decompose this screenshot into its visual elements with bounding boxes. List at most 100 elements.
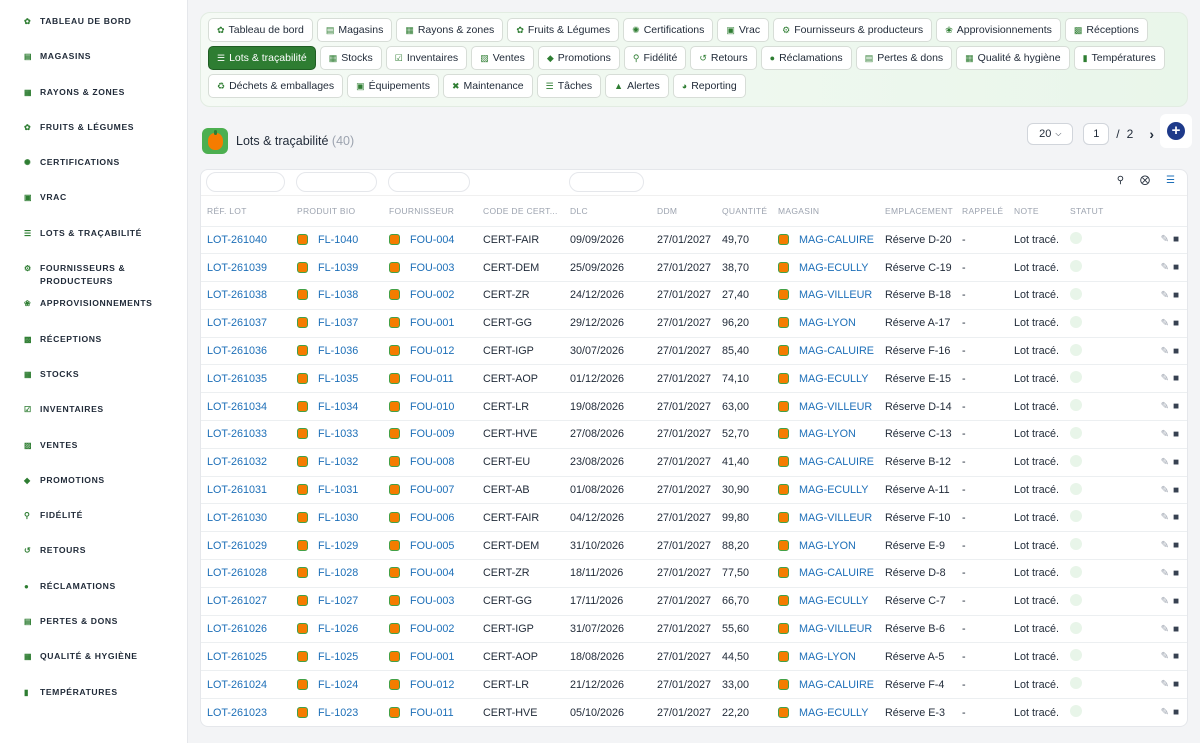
table-cell[interactable]: FOU-002 — [383, 281, 477, 310]
table-row[interactable]: LOT-261025 FL-1025 FOU-001 CERT-AOP 18/08/20… — [201, 642, 1187, 671]
table-cell[interactable]: FL-1026 — [291, 614, 383, 643]
table-cell[interactable]: LOT-261026 — [201, 614, 291, 643]
table-cell[interactable]: FL-1027 — [291, 586, 383, 616]
table-cell[interactable]: FL-1036 — [291, 336, 383, 365]
nav-chip[interactable]: ● Réclamations — [760, 46, 852, 70]
column-header[interactable]: DLC — [564, 196, 651, 226]
table-cell[interactable]: MAG-VILLEUR — [772, 281, 879, 310]
add-lot-button[interactable]: + — [1160, 114, 1192, 148]
table-row[interactable]: LOT-261037 FL-1037 FOU-001 CERT-GG 29/12/202… — [201, 308, 1187, 338]
table-cell[interactable]: LOT-261023 — [201, 698, 291, 727]
edit-pencil-icon[interactable]: ✎ — [1161, 568, 1169, 579]
table-cell[interactable]: MAG-ECULLY — [772, 253, 879, 282]
nav-chip[interactable]: ◕ Reporting — [672, 74, 746, 98]
column-header[interactable]: Code de cert... — [477, 196, 564, 226]
table-cell[interactable]: FL-1028 — [291, 559, 383, 588]
table-cell[interactable]: LOT-261030 — [201, 503, 291, 532]
sidebar-item[interactable]: ▦ Stocks — [0, 368, 187, 403]
column-header[interactable]: Note — [1008, 196, 1064, 226]
column-header[interactable]: Produit bio — [291, 196, 383, 226]
trash-icon[interactable]: ■ — [1173, 346, 1179, 357]
table-cell[interactable]: FOU-007 — [383, 475, 477, 504]
table-cell[interactable]: FL-1033 — [291, 420, 383, 449]
trash-icon[interactable]: ■ — [1173, 234, 1179, 245]
table-cell[interactable]: LOT-261033 — [201, 420, 291, 449]
nav-chip[interactable]: ✿ Fruits & Légumes — [507, 18, 620, 42]
table-cell[interactable]: FOU-011 — [383, 364, 477, 393]
edit-pencil-icon[interactable]: ✎ — [1161, 429, 1169, 440]
nav-chip[interactable]: ☰ Tâches — [536, 74, 602, 98]
table-cell[interactable]: FOU-001 — [383, 308, 477, 338]
column-header[interactable]: Quantité — [716, 196, 772, 226]
table-row[interactable]: LOT-261024 FL-1024 FOU-012 CERT-LR 21/12/202… — [201, 670, 1187, 699]
edit-pencil-icon[interactable]: ✎ — [1161, 290, 1169, 301]
nav-chip[interactable]: ☰ Lots & traçabilité — [208, 46, 316, 70]
trash-icon[interactable]: ■ — [1173, 679, 1179, 690]
table-row[interactable]: LOT-261032 FL-1032 FOU-008 CERT-EU 23/08/202… — [201, 447, 1187, 477]
table-cell[interactable]: LOT-261039 — [201, 253, 291, 282]
table-row[interactable]: LOT-261033 FL-1033 FOU-009 CERT-HVE 27/08/20… — [201, 420, 1187, 449]
table-cell[interactable]: MAG-VILLEUR — [772, 392, 879, 421]
nav-chip[interactable]: ▤ Pertes & dons — [855, 46, 953, 70]
table-cell[interactable]: MAG-LYON — [772, 531, 879, 560]
sidebar-item[interactable]: ▦ Rayons & zones — [0, 86, 187, 121]
next-page-icon[interactable]: › — [1149, 126, 1154, 142]
edit-pencil-icon[interactable]: ✎ — [1161, 234, 1169, 245]
sidebar-item[interactable]: ● Réclamations — [0, 580, 187, 615]
nav-chip[interactable]: ✖ Maintenance — [442, 74, 533, 98]
table-cell[interactable]: MAG-LYON — [772, 308, 879, 338]
table-row[interactable]: LOT-261039 FL-1039 FOU-003 CERT-DEM 25/09/20… — [201, 253, 1187, 282]
table-row[interactable]: LOT-261040 FL-1040 FOU-004 CERT-FAIR 09/09/2… — [201, 225, 1187, 254]
column-header[interactable]: Réf. lot — [201, 196, 291, 226]
trash-icon[interactable]: ■ — [1173, 651, 1179, 662]
table-cell[interactable]: FOU-002 — [383, 614, 477, 643]
table-cell[interactable]: LOT-261024 — [201, 670, 291, 699]
edit-pencil-icon[interactable]: ✎ — [1161, 457, 1169, 468]
table-cell[interactable]: FOU-006 — [383, 503, 477, 532]
column-header[interactable]: DDM — [651, 196, 716, 226]
table-cell[interactable]: FL-1023 — [291, 698, 383, 727]
edit-pencil-icon[interactable]: ✎ — [1161, 596, 1169, 607]
table-cell[interactable]: FOU-009 — [383, 420, 477, 449]
trash-icon[interactable]: ■ — [1173, 707, 1179, 718]
table-cell[interactable]: MAG-LYON — [772, 420, 879, 449]
table-cell[interactable]: FL-1029 — [291, 531, 383, 560]
table-cell[interactable]: MAG-ECULLY — [772, 698, 879, 727]
sidebar-item[interactable]: ⚙ Fournisseurs & producteurs — [0, 262, 187, 297]
table-cell[interactable]: FOU-004 — [383, 225, 477, 254]
table-cell[interactable]: FL-1024 — [291, 670, 383, 699]
table-row[interactable]: LOT-261036 FL-1036 FOU-012 CERT-IGP 30/07/20… — [201, 336, 1187, 365]
table-cell[interactable]: FL-1040 — [291, 225, 383, 254]
trash-icon[interactable]: ■ — [1173, 429, 1179, 440]
nav-chip[interactable]: ✿ Tableau de bord — [208, 18, 313, 42]
sidebar-item[interactable]: ▤ Magasins — [0, 50, 187, 85]
table-row[interactable]: LOT-261029 FL-1029 FOU-005 CERT-DEM 31/10/20… — [201, 531, 1187, 560]
table-cell[interactable]: LOT-261038 — [201, 281, 291, 310]
column-header[interactable]: Fournisseur — [383, 196, 477, 226]
column-header[interactable]: Statut — [1064, 196, 1128, 226]
edit-pencil-icon[interactable]: ✎ — [1161, 624, 1169, 635]
nav-chip[interactable]: ▣ Équipements — [347, 74, 439, 98]
table-cell[interactable]: FOU-008 — [383, 447, 477, 477]
table-cell[interactable]: MAG-LYON — [772, 642, 879, 671]
table-cell[interactable]: FL-1031 — [291, 475, 383, 504]
table-cell[interactable]: FOU-005 — [383, 531, 477, 560]
edit-pencil-icon[interactable]: ✎ — [1161, 512, 1169, 523]
trash-icon[interactable]: ■ — [1173, 262, 1179, 273]
trash-icon[interactable]: ■ — [1173, 373, 1179, 384]
edit-pencil-icon[interactable]: ✎ — [1161, 318, 1169, 329]
column-header[interactable] — [1128, 196, 1187, 226]
sidebar-item[interactable]: ✺ Certifications — [0, 156, 187, 191]
trash-icon[interactable]: ■ — [1173, 624, 1179, 635]
nav-chip[interactable]: ▮ Températures — [1073, 46, 1165, 70]
table-cell[interactable]: LOT-261040 — [201, 225, 291, 254]
trash-icon[interactable]: ■ — [1173, 512, 1179, 523]
trash-icon[interactable]: ■ — [1173, 540, 1179, 551]
table-cell[interactable]: LOT-261036 — [201, 336, 291, 365]
table-cell[interactable]: LOT-261037 — [201, 308, 291, 338]
table-cell[interactable]: FL-1030 — [291, 503, 383, 532]
table-row[interactable]: LOT-261028 FL-1028 FOU-004 CERT-ZR 18/11/202… — [201, 559, 1187, 588]
table-cell[interactable]: FL-1034 — [291, 392, 383, 421]
table-cell[interactable]: MAG-CALUIRE — [772, 559, 879, 588]
edit-pencil-icon[interactable]: ✎ — [1161, 401, 1169, 412]
